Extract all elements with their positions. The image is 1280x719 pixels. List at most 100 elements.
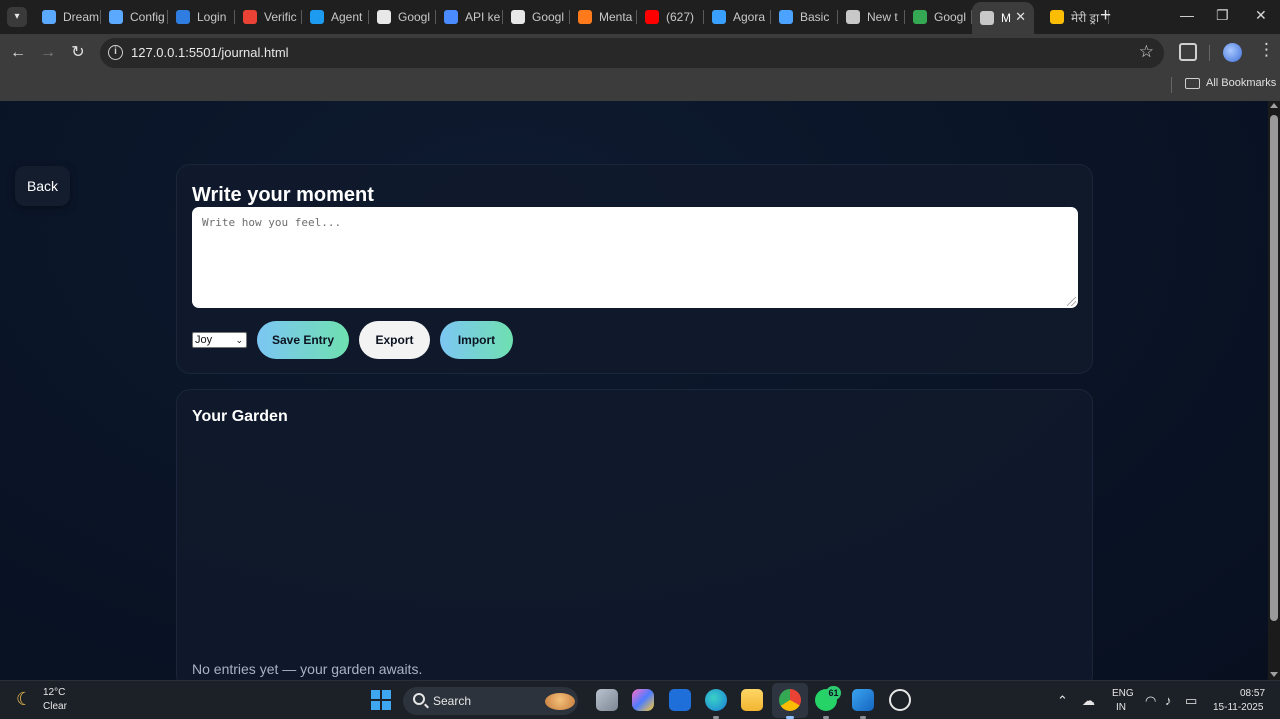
arch-icon [42, 10, 56, 24]
weather-description[interactable]: Clear [43, 701, 67, 712]
resize-handle-icon[interactable] [1067, 297, 1076, 306]
site-info-icon[interactable]: i [108, 45, 123, 60]
window-close-button[interactable]: ✕ [1255, 7, 1267, 24]
wifi-icon[interactable]: ◠ [1145, 693, 1156, 709]
browser-tab[interactable]: Googl [369, 5, 436, 29]
scroll-down-icon[interactable] [1270, 672, 1278, 677]
browser-tab[interactable]: (627) [637, 5, 704, 29]
volume-icon[interactable]: ♪ [1165, 693, 1172, 708]
vscode-icon[interactable] [852, 689, 874, 719]
clock-date[interactable]: 15-11-2025 [1213, 702, 1263, 713]
export-button[interactable]: Export [359, 321, 430, 359]
import-button[interactable]: Import [440, 321, 513, 359]
mood-select[interactable]: Joy ⌄ [192, 332, 247, 348]
address-bar[interactable]: i 127.0.0.1:5501/journal.html ☆ [100, 38, 1164, 68]
copilot-icon[interactable] [632, 689, 654, 711]
teams-like-app-icon[interactable] [669, 689, 691, 711]
browser-tab-title: Agora [733, 10, 766, 24]
bookmarks-bar: All Bookmarks [0, 72, 1280, 101]
browser-tab-title: Basic [800, 10, 830, 24]
browser-tab[interactable]: Googl [905, 5, 972, 29]
agora-icon [712, 10, 726, 24]
browser-tab-title: API ke [465, 10, 501, 24]
arch-icon [109, 10, 123, 24]
journal-page: Back Write your moment Joy ⌄ Save Entry … [0, 101, 1268, 680]
chrome-icon[interactable] [779, 689, 801, 719]
browser-tab[interactable]: Dream [34, 5, 101, 29]
browser-tab[interactable]: Basic [771, 5, 838, 29]
browser-tab-title: Googl [398, 10, 431, 24]
browser-tab[interactable]: Menta [570, 5, 637, 29]
browser-tab[interactable]: New t [838, 5, 905, 29]
weather-temperature[interactable]: 12°C [43, 687, 65, 698]
chevron-down-icon: ⌄ [235, 335, 243, 345]
language-indicator[interactable]: ENG [1112, 688, 1134, 699]
empty-garden-message: No entries yet — your garden awaits. [192, 661, 423, 677]
gmail-icon [243, 10, 257, 24]
reload-icon[interactable]: ↻ [67, 42, 89, 64]
chevron-up-icon[interactable]: ⌃ [1057, 693, 1068, 709]
garden-card: Your Garden No entries yet — your garden… [176, 389, 1093, 680]
back-button[interactable]: Back [15, 166, 70, 206]
whatsapp-badge: 61 [826, 686, 841, 700]
taskbar-search[interactable]: Search [403, 687, 578, 715]
drive-icon [913, 10, 927, 24]
new-tab-button[interactable]: + [1100, 6, 1111, 26]
all-bookmarks-link[interactable]: All Bookmarks [1206, 77, 1276, 89]
folder-icon[interactable] [1185, 78, 1200, 89]
browser-tab-title: Menta [599, 10, 633, 24]
journal-entry-input[interactable] [192, 207, 1078, 308]
browser-tab-title: M [1001, 11, 1011, 25]
bookmark-star-icon[interactable]: ☆ [1139, 42, 1154, 62]
search-tab-icon [779, 10, 793, 24]
browser-tab[interactable]: Googl [503, 5, 570, 29]
windows-start-icon[interactable] [371, 690, 391, 710]
region-indicator[interactable]: IN [1116, 702, 1126, 713]
flame-icon [578, 10, 592, 24]
address-url[interactable]: 127.0.0.1:5501/journal.html [131, 45, 289, 60]
openai-icon [444, 10, 458, 24]
browser-tab-title: Googl [532, 10, 565, 24]
tab-search-dropdown[interactable]: ▾ [7, 7, 27, 27]
file-explorer-icon[interactable] [741, 689, 763, 711]
browser-tab-title: Agent [331, 10, 363, 24]
tab-close-icon[interactable]: ✕ [1015, 9, 1026, 25]
write-card: Write your moment Joy ⌄ Save Entry Expor… [176, 164, 1093, 374]
studio-icon [511, 10, 525, 24]
windows-taskbar: ☾ 12°C Clear Search 61 ⌃ ☁ ENG IN ◠ ♪ ▭ … [0, 680, 1280, 719]
profile-avatar[interactable] [1223, 43, 1242, 62]
browser-tab-title: New t [867, 10, 898, 24]
browser-tab[interactable]: Agora [704, 5, 771, 29]
extensions-icon[interactable] [1179, 43, 1197, 61]
page-scrollbar[interactable] [1268, 101, 1280, 680]
tab-strip: ▾ Dream Config Login Verific Agent Googl API k… [0, 0, 1280, 34]
maximize-button[interactable]: ❐ [1216, 7, 1229, 24]
browser-tab[interactable]: M ✕ [972, 2, 1034, 34]
browser-tab[interactable]: Agent [302, 5, 369, 29]
moon-icon[interactable]: ☾ [16, 689, 32, 710]
browser-tab[interactable]: API ke [436, 5, 503, 29]
browser-tab[interactable]: Verific [235, 5, 302, 29]
write-title: Write your moment [192, 184, 374, 206]
browser-tab-title: मेरी ड्रा [1071, 10, 1100, 25]
browser-menu-icon[interactable]: ⋮ [1258, 40, 1275, 60]
edge-icon[interactable] [705, 689, 727, 719]
browser-tab-title: (627) [666, 10, 695, 24]
back-arrow-icon[interactable]: ← [7, 42, 29, 64]
studio-icon [377, 10, 391, 24]
clock-time[interactable]: 08:57 [1240, 688, 1265, 699]
onedrive-icon[interactable]: ☁ [1082, 693, 1095, 709]
browser-tab[interactable]: मेरी ड्रा [1042, 5, 1109, 29]
scroll-up-icon[interactable] [1270, 103, 1278, 108]
save-entry-button[interactable]: Save Entry [257, 321, 349, 359]
forward-arrow-icon[interactable]: → [37, 42, 59, 64]
battery-icon[interactable]: ▭ [1185, 693, 1197, 709]
browser-tab[interactable]: Config [101, 5, 168, 29]
chrome-icon [846, 10, 860, 24]
taskbar-search-label: Search [433, 694, 472, 708]
chatgpt-icon[interactable] [889, 689, 911, 711]
browser-tab[interactable]: Login [168, 5, 235, 29]
scrollbar-thumb[interactable] [1270, 115, 1278, 621]
task-view-icon[interactable] [596, 689, 618, 711]
minimize-button[interactable]: — [1180, 7, 1194, 23]
